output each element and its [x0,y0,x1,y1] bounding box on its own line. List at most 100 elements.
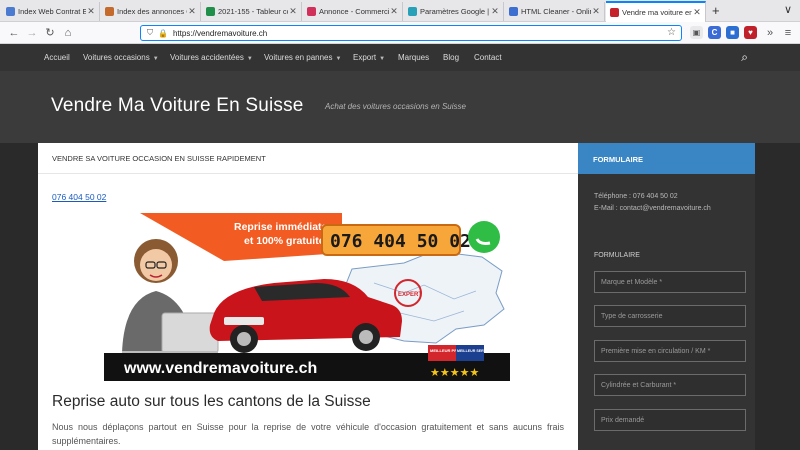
hero-website: www.vendremavoiture.ch [123,360,317,377]
prix-demande-field[interactable]: Prix demandé [594,409,746,431]
close-icon[interactable]: ✕ [187,6,197,17]
nav-item-voitures-en-pannes[interactable]: Voitures en pannes ▼ [264,44,341,71]
chevron-down-icon: ▼ [152,56,159,62]
nav-item-label: Marques [398,53,430,62]
close-icon[interactable]: ✕ [490,6,500,17]
cylindree-carburant-field[interactable]: Cylindrée et Carburant * [594,374,746,396]
tab-label: 2021-155 - Tableur contrat [218,7,288,16]
main-content: Vendre sa voiture occasion en Suisse rap… [38,143,578,450]
shield-icon[interactable]: ⛉ [147,28,153,38]
marque-modele-field[interactable]: Marque et Modèle * [594,271,746,293]
nav-item-label: Voitures occasions [83,53,150,62]
woman-illustration [122,239,219,361]
nav-item-export[interactable]: Export ▼ [353,44,385,71]
sidebar-phone[interactable]: Téléphone : 076 404 50 02 [594,193,678,200]
extensions-overflow-icon[interactable]: » [762,25,778,41]
mise-en-circulation-field[interactable]: Première mise en circulation / KM * [594,340,746,362]
browser-tab[interactable]: Annonce - Commercial Suisse ✕ [303,2,403,21]
url-text[interactable]: https://vendremavoiture.ch [173,29,267,38]
post-heading-bar: Vendre sa voiture occasion en Suisse rap… [38,143,578,174]
tab-label: Annonce - Commercial Suisse [319,7,389,16]
browser-tab-active[interactable]: Vendre ma voiture en Suisse ✕ [606,1,706,22]
sidebar-heading: FORMULAIRE [593,155,643,164]
page-gutter-right [755,143,800,450]
site-title[interactable]: Vendre Ma Voiture En Suisse [51,95,304,117]
tab-label: Index des annonces Contrat Ecran [117,7,187,16]
tab-label: Index Web Contrat Ecran [18,7,86,16]
forward-icon[interactable]: → [24,25,40,41]
nav-item-label: Blog [443,53,460,62]
close-icon[interactable]: ✕ [288,6,298,17]
tab-favicon-icon [610,8,619,17]
sidebar: FORMULAIRE Téléphone : 076 404 50 02 E-M… [578,143,755,450]
close-icon[interactable]: ✕ [389,6,399,17]
sidebar-email[interactable]: E-Mail : contact@vendremavoiture.ch [594,205,711,212]
whatsapp-icon [468,221,500,253]
lock-icon[interactable]: 🔒 [158,29,168,38]
carrosserie-field[interactable]: Type de carrosserie [594,305,746,327]
post-heading: Vendre sa voiture occasion en Suisse rap… [52,154,266,163]
tab-label: Paramètres Google | Google [420,7,490,16]
chevron-down-icon: ▼ [379,56,386,62]
search-icon[interactable]: ⌕ [741,50,748,65]
section-heading: Reprise auto sur tous les cantons de la … [52,393,371,410]
hero-banner-image: Reprise immédiate et 100% gratuite 076 4… [104,213,510,381]
nav-item-marques[interactable]: Marques [398,44,429,71]
field-placeholder: Cylindrée et Carburant * [601,382,677,389]
badge-right-text: MEILLEUR SERVICE [457,349,493,353]
hero-illustration: Reprise immédiate et 100% gratuite 076 4… [104,213,510,381]
close-icon[interactable]: ✕ [591,6,601,17]
nav-item-voitures-occasions[interactable]: Voitures occasions ▼ [83,44,159,71]
extension-blue-icon[interactable]: ■ [726,26,739,39]
ribbon-line2: et 100% gratuite [244,235,325,247]
site-navigation: Accueil Voitures occasions ▼ Voitures acc… [0,44,800,71]
extension-c-icon[interactable]: C [708,26,721,39]
tab-favicon-icon [307,7,316,16]
nav-item-label: Voitures en pannes [264,53,333,62]
site-tagline: Achat des voitures occasions en Suisse [325,102,466,111]
tab-favicon-icon [509,7,518,16]
list-all-tabs-button[interactable]: ∨ [784,3,792,16]
reload-icon[interactable]: ↻ [42,25,58,41]
chevron-down-icon: ▼ [246,56,253,62]
browser-tab[interactable]: Index Web Contrat Ecran ✕ [2,2,100,21]
field-placeholder: Marque et Modèle * [601,279,663,286]
nav-item-label: Export [353,53,377,62]
nav-item-label: Accueil [44,53,70,62]
pocket-icon[interactable]: ▣ [690,26,703,39]
extension-red-icon[interactable]: ♥ [744,26,757,39]
nav-item-accueil[interactable]: Accueil [44,44,70,71]
nav-item-blog[interactable]: Blog [443,44,459,71]
browser-toolbar: ← → ↻ ⌂ ⛉ 🔒 https://vendremavoiture.ch ☆… [0,22,800,44]
tab-favicon-icon [206,7,215,16]
browser-tab[interactable]: Index des annonces Contrat Ecran ✕ [101,2,201,21]
sidebar-heading-bar: FORMULAIRE [578,143,755,174]
expert-stamp-text: EXPERT [398,292,422,298]
tab-favicon-icon [6,7,15,16]
nav-item-voitures-accidentees[interactable]: Voitures accidentées ▼ [170,44,253,71]
ribbon-line1: Reprise immédiate [234,221,328,233]
field-placeholder: Type de carrosserie [601,313,663,320]
browser-tab[interactable]: 2021-155 - Tableur contrat ✕ [202,2,302,21]
field-placeholder: Première mise en circulation / KM * [601,348,711,355]
browser-tab[interactable]: HTML Cleaner - Online ✕ [505,2,605,21]
tab-label: HTML Cleaner - Online [521,7,591,16]
hero-phone: 076 404 50 02 [330,231,471,252]
url-bar[interactable]: ⛉ 🔒 https://vendremavoiture.ch ☆ [140,25,682,41]
close-icon[interactable]: ✕ [86,6,96,17]
bookmark-star-icon[interactable]: ☆ [667,27,676,38]
phone-link[interactable]: 076 404 50 02 [52,192,106,202]
new-tab-button[interactable]: + [712,3,720,18]
home-icon[interactable]: ⌂ [60,25,76,41]
back-icon[interactable]: ← [6,25,22,41]
field-placeholder: Prix demandé [601,417,645,424]
nav-item-label: Contact [474,53,502,62]
browser-tab[interactable]: Paramètres Google | Google ✕ [404,2,504,21]
nav-item-contact[interactable]: Contact [474,44,502,71]
site-header: Vendre Ma Voiture En Suisse Achat des vo… [0,71,800,143]
tab-favicon-icon [105,7,114,16]
menu-icon[interactable]: ≡ [780,25,796,41]
chevron-down-icon: ▼ [335,56,342,62]
close-icon[interactable]: ✕ [692,7,702,18]
badge-meilleur-service [456,345,484,361]
